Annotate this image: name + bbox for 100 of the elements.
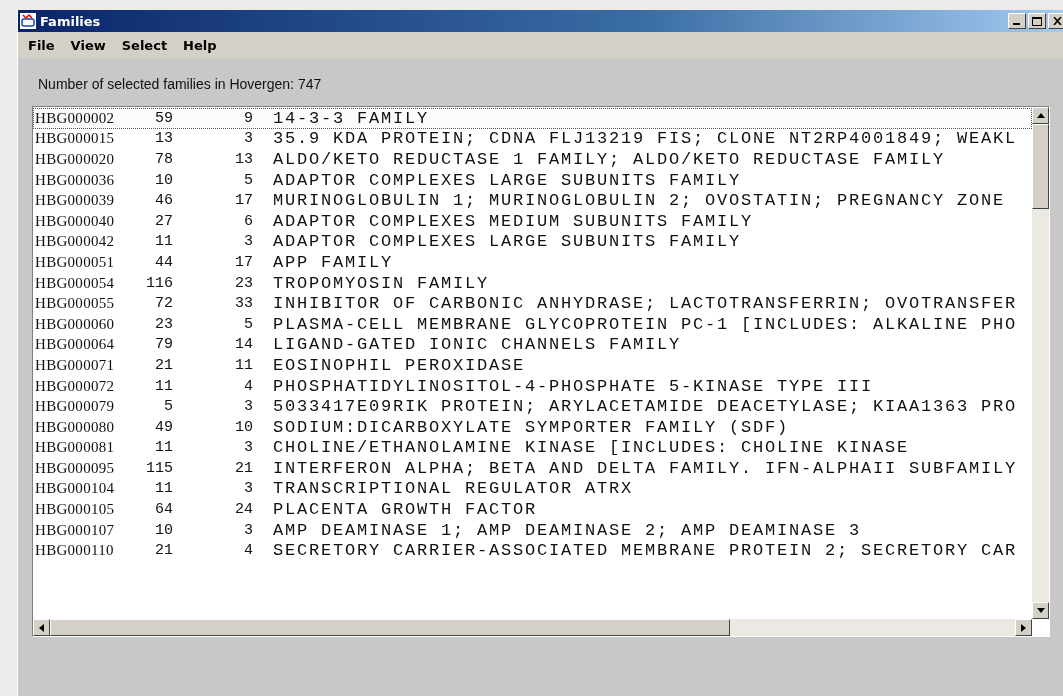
close-button[interactable] [1048,13,1063,29]
family-id: HBG000071 [34,356,116,374]
table-cell-text: 10 [154,171,173,189]
table-cell-text: 3 [243,398,253,416]
maximize-button[interactable] [1028,13,1046,29]
family-description: INHIBITOR OF CARBONIC ANHYDRASE; LACTOTRANSFERRIN; OVOTRANSFER [272,294,1018,314]
family-description: PHOSPHATIDYLINOSITOL-4-PHOSPHATE 5-KINASE TYPE III [272,376,874,396]
menu-item[interactable]: File [22,37,61,53]
family-description: 14-3-3 FAMILY [272,108,430,128]
table-cell-text: 115 [145,459,173,477]
family-id: HBG000060 [34,315,116,333]
down-arrow-icon [1035,607,1046,614]
scroll-left-button[interactable] [33,619,50,636]
family-id: HBG000042 [34,233,116,251]
close-icon [1052,17,1062,25]
family-description: APP FAMILY [272,252,394,272]
table-cell-text: 13 [154,130,173,148]
family-id: HBG000095 [34,459,116,477]
table-cell-text: 21 [234,459,253,477]
family-description: AMP DEAMINASE 1; AMP DEAMINASE 2; AMP DEAMINASE 3 [272,520,862,540]
table-cell-text: 14 [234,336,253,354]
family-id: HBG000104 [34,480,116,498]
family-id: HBG000080 [34,418,116,436]
scroll-right-button[interactable] [1015,619,1032,636]
table-cell-text: 4 [243,377,253,395]
table-cell-text: 5 [243,171,253,189]
family-description: EOSINOPHIL PEROXIDASE [272,355,526,375]
table-cell-text: 3 [243,480,253,498]
summary-text: Number of selected families in Hovergen: 747 [37,76,323,94]
family-id: HBG000105 [34,501,116,519]
table-cell-text: 44 [154,253,173,271]
family-id: HBG000072 [34,377,116,395]
family-description: ADAPTOR COMPLEXES LARGE SUBUNITS FAMILY [272,232,742,252]
family-id: HBG000110 [34,542,115,560]
table-cell-text: 5 [163,398,173,416]
table-cell-text: 11 [154,233,173,251]
family-description: ADAPTOR COMPLEXES MEDIUM SUBUNITS FAMILY [272,211,754,231]
table-cell-text: 79 [154,336,173,354]
app-icon [20,13,36,29]
scroll-down-button[interactable] [1032,602,1049,619]
up-arrow-icon [1035,112,1046,119]
table-cell-text: 64 [154,501,173,519]
family-description: TRANSCRIPTIONAL REGULATOR ATRX [272,479,634,499]
scroll-thumb[interactable] [50,619,730,636]
table-cell-text: 17 [234,253,253,271]
menu-item[interactable]: View [64,37,112,53]
table-cell-text: 11 [154,480,173,498]
table-cell-text: 3 [243,439,253,457]
table-cell-text: 3 [243,130,253,148]
family-description: CHOLINE/ETHANOLAMINE KINASE [INCLUDES: CHOLINE KINASE [272,438,910,458]
family-id: HBG000107 [34,521,116,539]
family-id: HBG000081 [34,439,116,457]
maximize-icon [1032,16,1042,26]
table-cell-text: 27 [154,212,173,230]
table-cell-text: 9 [243,109,253,127]
table-cell-text: 17 [234,192,253,210]
window-title: Families [40,13,102,29]
right-arrow-icon [1020,622,1027,633]
table-cell-text: 10 [154,521,173,539]
table-cell-text: 5 [243,315,253,333]
table-cell-text: 49 [154,418,173,436]
family-id: HBG000051 [34,253,116,271]
family-id: HBG000040 [34,212,116,230]
table-cell-text: 23 [234,274,253,292]
family-description: ALDO/KETO REDUCTASE 1 FAMILY; ALDO/KETO REDUCTASE FAMILY [272,150,946,169]
table-cell-text: 59 [154,109,173,127]
minimize-button[interactable] [1008,13,1026,29]
table-cell-text: 78 [154,151,173,168]
table-cell-text: 21 [154,542,173,560]
family-description: MURINOGLOBULIN 1; MURINOGLOBULIN 2; OVOSTATIN; PREGNANCY ZONE [272,191,1006,211]
family-description: 5033417E09RIK PROTEIN; ARYLACETAMIDE DEACETYLASE; KIAA1363 PRO [272,397,1018,417]
menu-item[interactable]: Select [115,37,174,53]
table-cell-text: 116 [145,274,173,292]
family-id: HBG000054 [34,274,116,292]
family-id: HBG000020 [34,151,116,168]
scroll-thumb[interactable] [1032,124,1049,209]
table-cell-text: 10 [234,418,253,436]
table-cell-text: 21 [154,356,173,374]
family-description: PLASMA-CELL MEMBRANE GLYCOPROTEIN PC-1 [INCLUDES: ALKALINE PHO [272,314,1018,334]
table-cell-text: 46 [154,192,173,210]
family-id: HBG000079 [34,398,116,416]
family-id: HBG000036 [34,171,116,189]
family-id: HBG000015 [34,130,116,148]
scroll-up-button[interactable] [1032,107,1049,124]
family-description: PLACENTA GROWTH FACTOR [272,500,538,520]
family-description: TROPOMYOSIN FAMILY [272,273,490,293]
table-cell-text: 6 [243,212,253,230]
family-id: HBG000055 [34,295,116,313]
table-cell-text: 4 [243,542,253,560]
menu-item[interactable]: Help [177,37,223,53]
family-description: SODIUM:DICARBOXYLATE SYMPORTER FAMILY (SDF) [272,417,790,437]
table-cell-text: 13 [234,151,253,168]
table-cell-text: 3 [243,521,253,539]
table-cell-text: 11 [234,356,253,374]
family-description: LIGAND-GATED IONIC CHANNELS FAMILY [272,335,682,355]
family-id: HBG000002 [34,109,116,127]
family-id: HBG000064 [34,336,116,354]
left-arrow-icon [38,622,45,633]
list-row[interactable]: HBG000002 59 9 14-3-3 FAMILY [33,108,1032,129]
table-cell-text: 11 [154,439,173,457]
